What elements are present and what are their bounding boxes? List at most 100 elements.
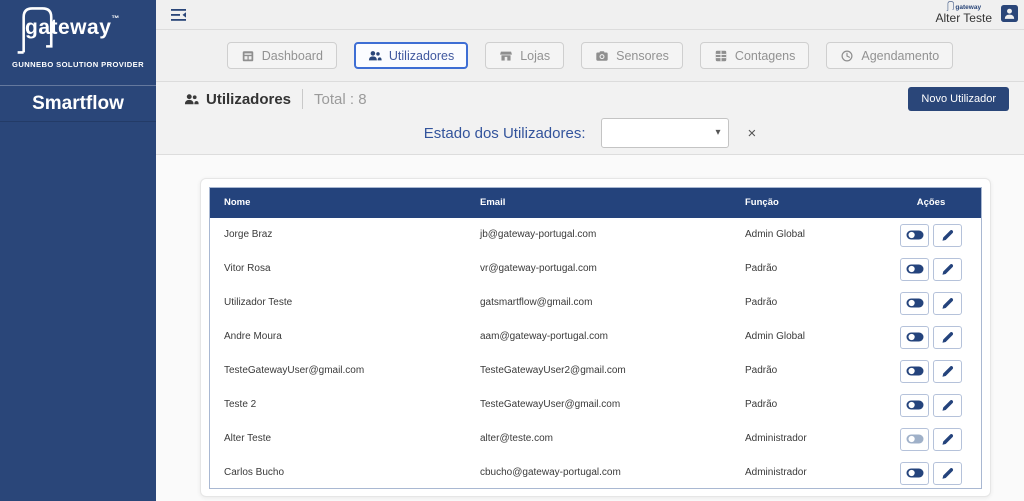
table-row: Utilizador Teste gatsmartflow@gmail.com … <box>210 286 981 320</box>
user-email-cell: alter@teste.com <box>466 422 731 456</box>
actions-cell <box>881 354 981 388</box>
tab-utilizadores[interactable]: Utilizadores <box>354 42 468 69</box>
edit-user-button[interactable] <box>933 360 962 383</box>
pencil-icon <box>941 263 954 276</box>
pencil-icon <box>941 331 954 344</box>
user-name-cell: TesteGatewayUser@gmail.com <box>210 354 466 388</box>
user-email-cell: gatsmartflow@gmail.com <box>466 286 731 320</box>
table-row: TesteGatewayUser@gmail.com TesteGatewayU… <box>210 354 981 388</box>
table-header-row: Nome Email Função Ações <box>210 188 981 218</box>
brand-trademark: ™ <box>111 14 120 23</box>
edit-user-button[interactable] <box>933 258 962 281</box>
header-nome: Nome <box>210 188 466 218</box>
header-email: Email <box>466 188 731 218</box>
toggle-active-button[interactable] <box>900 224 929 247</box>
tab-label: Lojas <box>520 49 550 63</box>
user-role-cell: Admin Global <box>731 218 881 252</box>
user-name-cell: Alter Teste <box>210 422 466 456</box>
toggle-active-button[interactable] <box>900 292 929 315</box>
menu-fold-icon[interactable] <box>170 8 187 22</box>
toggle-active-button[interactable] <box>900 360 929 383</box>
chevron-down-icon: ▾ <box>715 127 720 138</box>
actions-cell <box>881 320 981 354</box>
header-acoes: Ações <box>881 188 981 218</box>
user-email-cell: vr@gateway-portugal.com <box>466 252 731 286</box>
pencil-icon <box>941 399 954 412</box>
tab-label: Agendamento <box>861 49 939 63</box>
user-name-cell: Jorge Braz <box>210 218 466 252</box>
tab-label: Dashboard <box>262 49 323 63</box>
mini-gateway-logo: gateway <box>946 1 981 11</box>
toggle-icon <box>906 434 924 444</box>
toggle-icon <box>906 400 924 410</box>
actions-cell <box>881 456 981 489</box>
edit-user-button[interactable] <box>933 428 962 451</box>
user-name-cell: Carlos Bucho <box>210 456 466 489</box>
user-role-cell: Padrão <box>731 354 881 388</box>
actions-cell <box>881 422 981 456</box>
edit-user-button[interactable] <box>933 462 962 485</box>
counts-icon <box>714 49 728 63</box>
user-profile-icon[interactable] <box>1001 5 1018 22</box>
user-status-filter-label: Estado dos Utilizadores: <box>424 125 586 142</box>
user-status-select[interactable]: ▾ <box>601 118 729 148</box>
nav-tabs: Dashboard Utilizadores Lojas Sensores Co… <box>156 30 1024 82</box>
users-icon <box>368 49 382 63</box>
user-role-cell: Administrador <box>731 422 881 456</box>
user-role-cell: Padrão <box>731 252 881 286</box>
tab-dashboard[interactable]: Dashboard <box>227 42 337 69</box>
user-role-cell: Padrão <box>731 286 881 320</box>
pencil-icon <box>941 433 954 446</box>
actions-cell <box>881 388 981 422</box>
toggle-active-button[interactable] <box>900 428 929 451</box>
table-row: Alter Teste alter@teste.com Administrado… <box>210 422 981 456</box>
sidebar: gateway™ GUNNEBO SOLUTION PROVIDER Smart… <box>0 0 156 501</box>
user-name-cell: Utilizador Teste <box>210 286 466 320</box>
table-row: Jorge Braz jb@gateway-portugal.com Admin… <box>210 218 981 252</box>
toggle-active-button[interactable] <box>900 326 929 349</box>
users-icon <box>184 92 199 107</box>
logged-in-user-name: Alter Teste <box>936 12 992 25</box>
pencil-icon <box>941 467 954 480</box>
toggle-active-button[interactable] <box>900 462 929 485</box>
tab-contagens[interactable]: Contagens <box>700 42 809 69</box>
user-name-cell: Andre Moura <box>210 320 466 354</box>
user-email-cell: jb@gateway-portugal.com <box>466 218 731 252</box>
store-icon <box>499 49 513 63</box>
toggle-active-button[interactable] <box>900 394 929 417</box>
users-table-card: Nome Email Função Ações Jorge Braz jb@ga… <box>200 178 991 497</box>
edit-user-button[interactable] <box>933 326 962 349</box>
total-count: Total : 8 <box>314 91 367 108</box>
user-role-cell: Padrão <box>731 388 881 422</box>
users-table: Nome Email Função Ações Jorge Braz jb@ga… <box>209 187 982 489</box>
toggle-icon <box>906 332 924 342</box>
edit-user-button[interactable] <box>933 394 962 417</box>
table-row: Vitor Rosa vr@gateway-portugal.com Padrã… <box>210 252 981 286</box>
new-user-button[interactable]: Novo Utilizador <box>908 87 1009 111</box>
user-role-cell: Administrador <box>731 456 881 489</box>
toggle-icon <box>906 366 924 376</box>
edit-user-button[interactable] <box>933 292 962 315</box>
user-name-cell: Vitor Rosa <box>210 252 466 286</box>
actions-cell <box>881 286 981 320</box>
page-header: Utilizadores Total : 8 Novo Utilizador E… <box>156 82 1024 155</box>
user-email-cell: TesteGatewayUser2@gmail.com <box>466 354 731 388</box>
app-name: Smartflow <box>32 93 124 115</box>
tab-label: Sensores <box>616 49 669 63</box>
tab-label: Utilizadores <box>389 49 454 63</box>
tab-sensores[interactable]: Sensores <box>581 42 683 69</box>
tab-agendamento[interactable]: Agendamento <box>826 42 953 69</box>
toggle-icon <box>906 264 924 274</box>
user-email-cell: aam@gateway-portugal.com <box>466 320 731 354</box>
brand-name: gateway <box>25 16 111 39</box>
pencil-icon <box>941 297 954 310</box>
user-role-cell: Admin Global <box>731 320 881 354</box>
edit-user-button[interactable] <box>933 224 962 247</box>
tab-lojas[interactable]: Lojas <box>485 42 564 69</box>
actions-cell <box>881 252 981 286</box>
toggle-active-button[interactable] <box>900 258 929 281</box>
table-row: Andre Moura aam@gateway-portugal.com Adm… <box>210 320 981 354</box>
clear-filter-button[interactable]: × <box>747 125 756 142</box>
toggle-icon <box>906 230 924 240</box>
table-body: Jorge Braz jb@gateway-portugal.com Admin… <box>210 218 981 489</box>
